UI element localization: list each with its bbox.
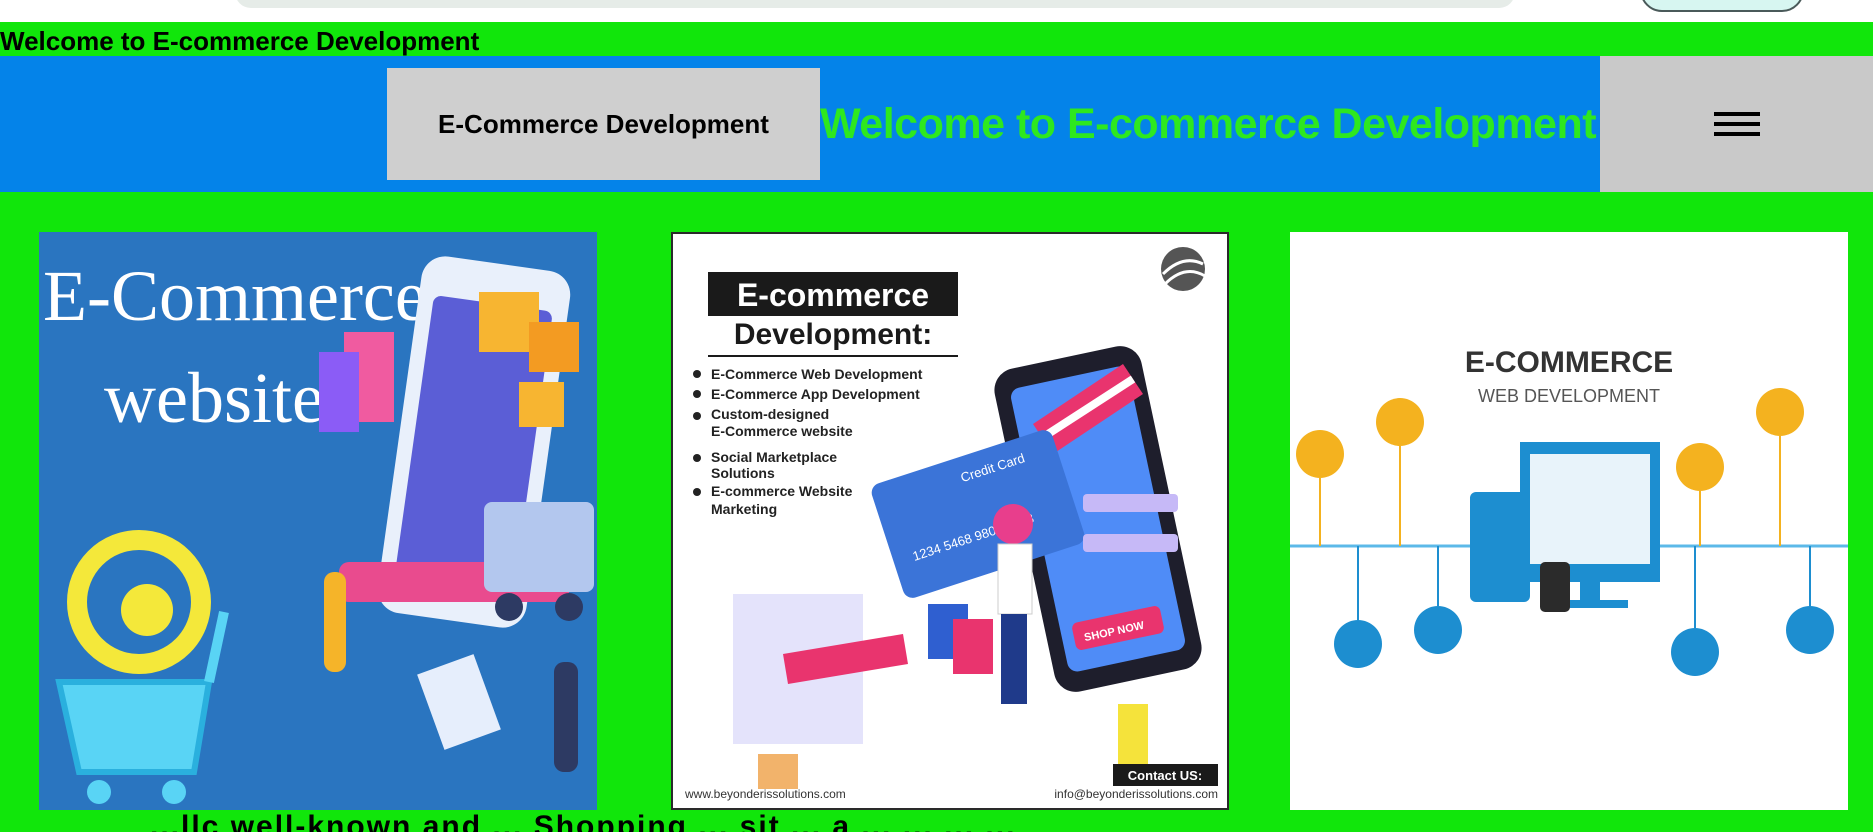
address-bar[interactable]: [235, 0, 1515, 8]
caption-text: ...llc well-known and ... Shopping ... s…: [150, 812, 1017, 832]
cards-caption-row: ...llc well-known and ... Shopping ... s…: [0, 812, 1873, 832]
ecommerce-web-development-image[interactable]: E-COMMERCE WEB DEVELOPMENT: [1290, 232, 1848, 810]
ecommerce-development-image[interactable]: E-commerce Development: E-Commerce Web D…: [671, 232, 1229, 810]
image-title: E-COMMERCE: [1465, 346, 1673, 379]
users-badge-icon: [1786, 546, 1834, 654]
dollar-badge-icon: [1676, 443, 1724, 546]
email-badge-icon: [1376, 398, 1424, 546]
shopping-cart-icon: [55, 530, 229, 804]
brand-label: E-Commerce Development: [438, 108, 769, 139]
welcome-heading: Welcome to E-commerce Development: [820, 56, 1600, 192]
bullet-5b: Marketing: [711, 501, 777, 517]
image-text-line1: E-Commerce: [43, 256, 427, 336]
bullet-2: E-Commerce App Development: [711, 386, 920, 402]
image-title-line1: E-commerce: [737, 277, 929, 313]
bullet-4: Social Marketplace: [711, 449, 837, 465]
menu-button[interactable]: [1600, 56, 1873, 192]
cart-badge-icon: [1756, 388, 1804, 546]
card-badge-icon: [1414, 546, 1462, 654]
bullet-3: Custom-designed: [711, 406, 829, 422]
globe-logo-icon: [1161, 247, 1206, 291]
network-badge-icon: [1671, 546, 1719, 676]
footer-email: info@beyonderissolutions.com: [1054, 787, 1218, 801]
bullet-4b: Solutions: [711, 465, 775, 481]
browser-toolbar: [0, 0, 1873, 22]
bullet-1: E-Commerce Web Development: [711, 366, 923, 382]
browser-action-button[interactable]: [1640, 0, 1804, 12]
bullet-5: E-commerce Website: [711, 483, 853, 499]
contact-label: Contact US:: [1128, 768, 1202, 783]
image-title-line2: Development:: [734, 318, 932, 351]
gear-badge-icon: [1296, 430, 1344, 546]
image-text-line2: website: [104, 358, 324, 438]
welcome-text: Welcome to E-commerce Development: [820, 99, 1597, 148]
top-title-bar: Welcome to E-commerce Development: [0, 22, 1873, 56]
hamburger-menu-icon: [1713, 112, 1760, 136]
bullet-3b: E-Commerce website: [711, 423, 853, 439]
ecommerce-website-image[interactable]: E-Commerce website: [39, 232, 597, 810]
site-header: E-Commerce Development Welcome to E-comm…: [0, 56, 1873, 192]
brand-button[interactable]: E-Commerce Development: [387, 68, 820, 180]
document-badge-icon: [1334, 546, 1382, 668]
footer-website: www.beyonderissolutions.com: [684, 787, 846, 801]
image-subtitle: WEB DEVELOPMENT: [1478, 386, 1660, 406]
page-top-title: Welcome to E-commerce Development: [0, 26, 480, 56]
